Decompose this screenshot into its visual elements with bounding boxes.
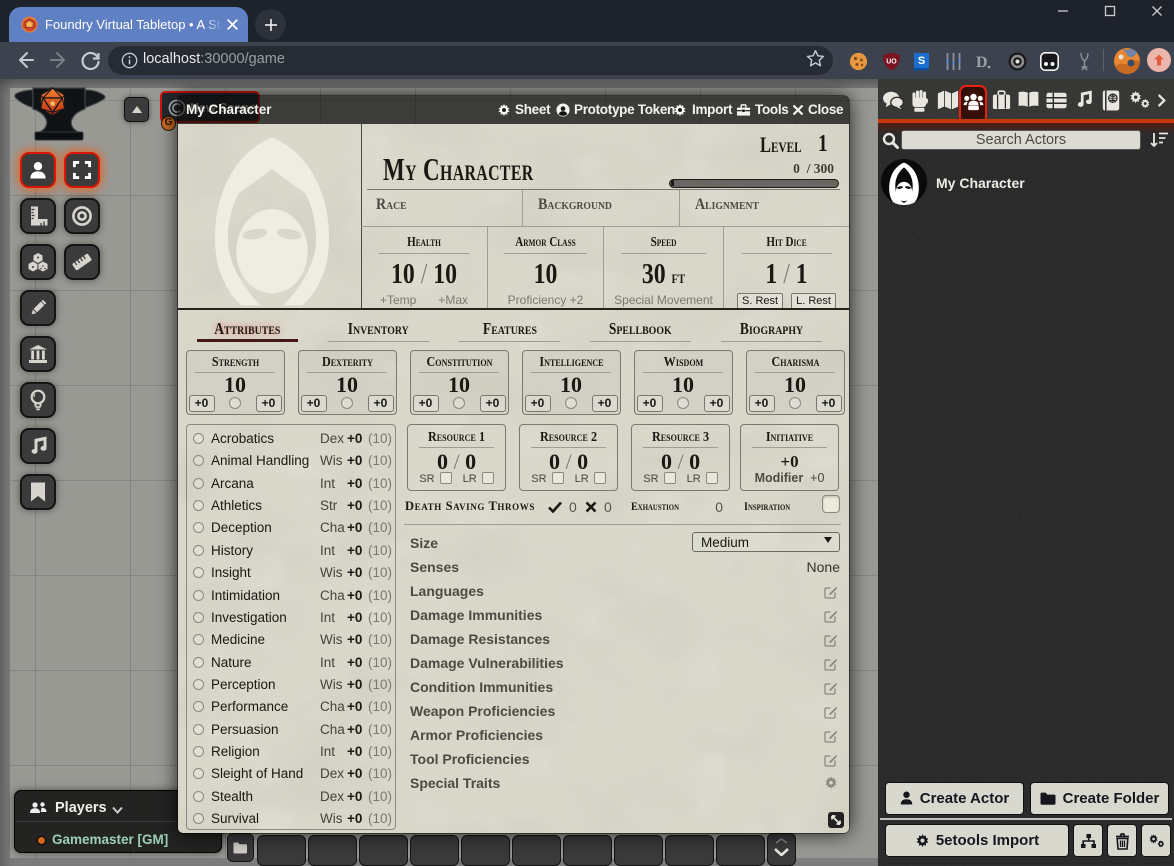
svg-text:D: D	[976, 54, 988, 71]
svg-text:UO: UO	[886, 58, 897, 65]
svg-text:S: S	[918, 55, 925, 67]
